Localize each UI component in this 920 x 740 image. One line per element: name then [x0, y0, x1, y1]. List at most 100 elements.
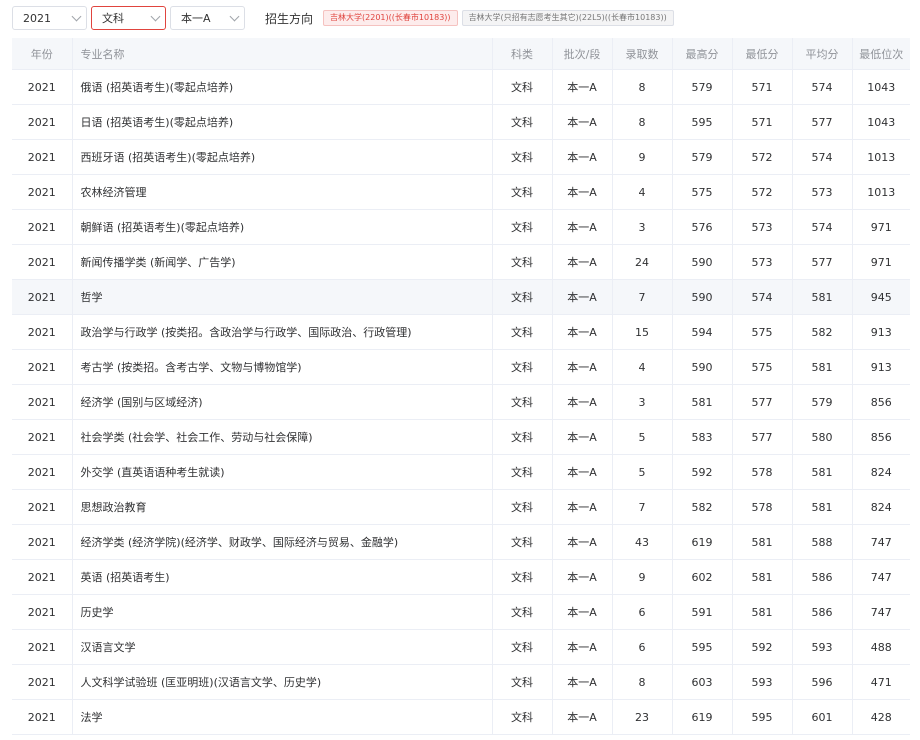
column-header-year[interactable]: 年份 [12, 38, 73, 70]
cell-max-score: 594 [672, 314, 733, 350]
column-header-max-score[interactable]: 最高分 [672, 38, 733, 70]
cell-major: 朝鲜语 (招英语考生)(零起点培养) [72, 209, 493, 245]
table-row[interactable]: 2021 朝鲜语 (招英语考生)(零起点培养) 文科 本一A 3 576 573 574 971 [12, 209, 910, 245]
cell-max-score: 583 [672, 419, 733, 455]
table-row[interactable]: 2021 汉语言文学 文科 本一A 6 595 592 593 488 [12, 629, 910, 665]
cell-min-score: 577 [732, 419, 793, 455]
subject-select-value: 文科 [102, 12, 124, 25]
cell-batch: 本一A [552, 489, 613, 525]
cell-min-score: 575 [732, 314, 793, 350]
cell-max-score: 595 [672, 629, 733, 665]
cell-min-score: 578 [732, 489, 793, 525]
cell-avg-score: 574 [792, 69, 853, 105]
cell-min-rank: 856 [852, 419, 910, 455]
cell-subject: 文科 [492, 419, 553, 455]
table-row[interactable]: 2021 考古学 (按类招。含考古学、文物与博物馆学) 文科 本一A 4 590 575 58… [12, 349, 910, 385]
chevron-down-icon [150, 11, 161, 22]
direction-tag-1[interactable]: 吉林大学(2201)((长春市10183)) [323, 10, 458, 26]
cell-subject: 文科 [492, 699, 553, 735]
chevron-down-icon [71, 11, 82, 22]
table-row[interactable]: 2021 英语 (招英语考生) 文科 本一A 9 602 581 586 747 [12, 559, 910, 595]
direction-label: 招生方向 [265, 11, 314, 26]
cell-year: 2021 [12, 489, 73, 525]
table-row[interactable]: 2021 政治学与行政学 (按类招。含政治学与行政学、国际政治、行政管理) 文科 本一… [12, 314, 910, 350]
cell-subject: 文科 [492, 559, 553, 595]
cell-avg-score: 593 [792, 629, 853, 665]
cell-min-score: 571 [732, 104, 793, 140]
table-row[interactable]: 2021 经济学 (国别与区域经济) 文科 本一A 3 581 577 579 856 [12, 384, 910, 420]
table-row[interactable]: 2021 经济学类 (经济学院)(经济学、财政学、国际经济与贸易、金融学) 文科 本一… [12, 524, 910, 560]
column-header-min-score[interactable]: 最低分 [732, 38, 793, 70]
cell-max-score: 619 [672, 699, 733, 735]
column-header-min-rank[interactable]: 最低位次 [852, 38, 910, 70]
cell-year: 2021 [12, 139, 73, 175]
cell-year: 2021 [12, 314, 73, 350]
cell-max-score: 595 [672, 104, 733, 140]
table-row[interactable]: 2021 农林经济管理 文科 本一A 4 575 572 573 1013 [12, 174, 910, 210]
cell-subject: 文科 [492, 349, 553, 385]
table-row[interactable]: 2021 西班牙语 (招英语考生)(零起点培养) 文科 本一A 9 579 572 574 10… [12, 139, 910, 175]
subject-select[interactable]: 文科 [91, 6, 166, 30]
table-row[interactable]: 2021 日语 (招英语考生)(零起点培养) 文科 本一A 8 595 571 577 1043 [12, 104, 910, 140]
table-row[interactable]: 2021 新闻传播学类 (新闻学、广告学) 文科 本一A 24 590 573 577 971 [12, 244, 910, 280]
cell-max-score: 579 [672, 139, 733, 175]
year-select[interactable]: 2021 [12, 6, 87, 30]
table-row[interactable]: 2021 思想政治教育 文科 本一A 7 582 578 581 824 [12, 489, 910, 525]
column-header-major[interactable]: 专业名称 [72, 38, 493, 70]
cell-avg-score: 577 [792, 104, 853, 140]
table-row[interactable]: 2021 俄语 (招英语考生)(零起点培养) 文科 本一A 8 579 571 574 1043 [12, 69, 910, 105]
cell-avg-score: 581 [792, 349, 853, 385]
cell-subject: 文科 [492, 489, 553, 525]
cell-max-score: 602 [672, 559, 733, 595]
batch-select[interactable]: 本一A [170, 6, 245, 30]
column-header-admitted[interactable]: 录取数 [612, 38, 673, 70]
table-row[interactable]: 2021 外交学 (直英语语种考生就读) 文科 本一A 5 592 578 581 824 [12, 454, 910, 490]
table-row[interactable]: 2021 人文科学试验班 (匡亚明班)(汉语言文学、历史学) 文科 本一A 8 603 59… [12, 664, 910, 700]
cell-avg-score: 579 [792, 384, 853, 420]
cell-year: 2021 [12, 174, 73, 210]
table-row[interactable]: 2021 哲学 文科 本一A 7 590 574 581 945 [12, 279, 910, 315]
cell-min-score: 571 [732, 69, 793, 105]
cell-batch: 本一A [552, 174, 613, 210]
direction-tag-2[interactable]: 吉林大学(只招有志愿考生其它)(22L5)((长春市10183)) [461, 10, 674, 26]
cell-subject: 文科 [492, 279, 553, 315]
cell-year: 2021 [12, 419, 73, 455]
cell-batch: 本一A [552, 279, 613, 315]
cell-admitted: 9 [612, 139, 673, 175]
cell-max-score: 582 [672, 489, 733, 525]
table-row[interactable]: 2021 社会学类 (社会学、社会工作、劳动与社会保障) 文科 本一A 5 583 577 5… [12, 419, 910, 455]
cell-major: 外交学 (直英语语种考生就读) [72, 454, 493, 490]
cell-batch: 本一A [552, 699, 613, 735]
cell-min-score: 593 [732, 664, 793, 700]
cell-subject: 文科 [492, 454, 553, 490]
cell-admitted: 43 [612, 524, 673, 560]
table-row[interactable]: 2021 历史学 文科 本一A 6 591 581 586 747 [12, 594, 910, 630]
cell-max-score: 592 [672, 454, 733, 490]
cell-batch: 本一A [552, 664, 613, 700]
cell-subject: 文科 [492, 104, 553, 140]
cell-max-score: 576 [672, 209, 733, 245]
column-header-batch[interactable]: 批次/段 [552, 38, 613, 70]
cell-min-rank: 747 [852, 594, 910, 630]
cell-min-rank: 1013 [852, 139, 910, 175]
cell-batch: 本一A [552, 244, 613, 280]
cell-max-score: 575 [672, 174, 733, 210]
cell-major: 人文科学试验班 (匡亚明班)(汉语言文学、历史学) [72, 664, 493, 700]
column-header-subject[interactable]: 科类 [492, 38, 553, 70]
cell-major: 新闻传播学类 (新闻学、广告学) [72, 244, 493, 280]
cell-admitted: 6 [612, 629, 673, 665]
cell-year: 2021 [12, 349, 73, 385]
cell-max-score: 579 [672, 69, 733, 105]
cell-min-rank: 1043 [852, 104, 910, 140]
cell-batch: 本一A [552, 594, 613, 630]
table-row[interactable]: 2021 法学 文科 本一A 23 619 595 601 428 [12, 699, 910, 735]
cell-admitted: 4 [612, 349, 673, 385]
column-header-avg-score[interactable]: 平均分 [792, 38, 853, 70]
cell-year: 2021 [12, 209, 73, 245]
filter-toolbar: 2021 文科 本一A 招生方向 吉林大学(2201)((长春市10183)) … [12, 6, 678, 30]
cell-year: 2021 [12, 699, 73, 735]
cell-min-score: 592 [732, 629, 793, 665]
cell-min-score: 577 [732, 384, 793, 420]
table-header-row: 年份 专业名称 科类 批次/段 录取数 最高分 最低分 平均分 最低位次 [12, 38, 910, 70]
cell-admitted: 4 [612, 174, 673, 210]
